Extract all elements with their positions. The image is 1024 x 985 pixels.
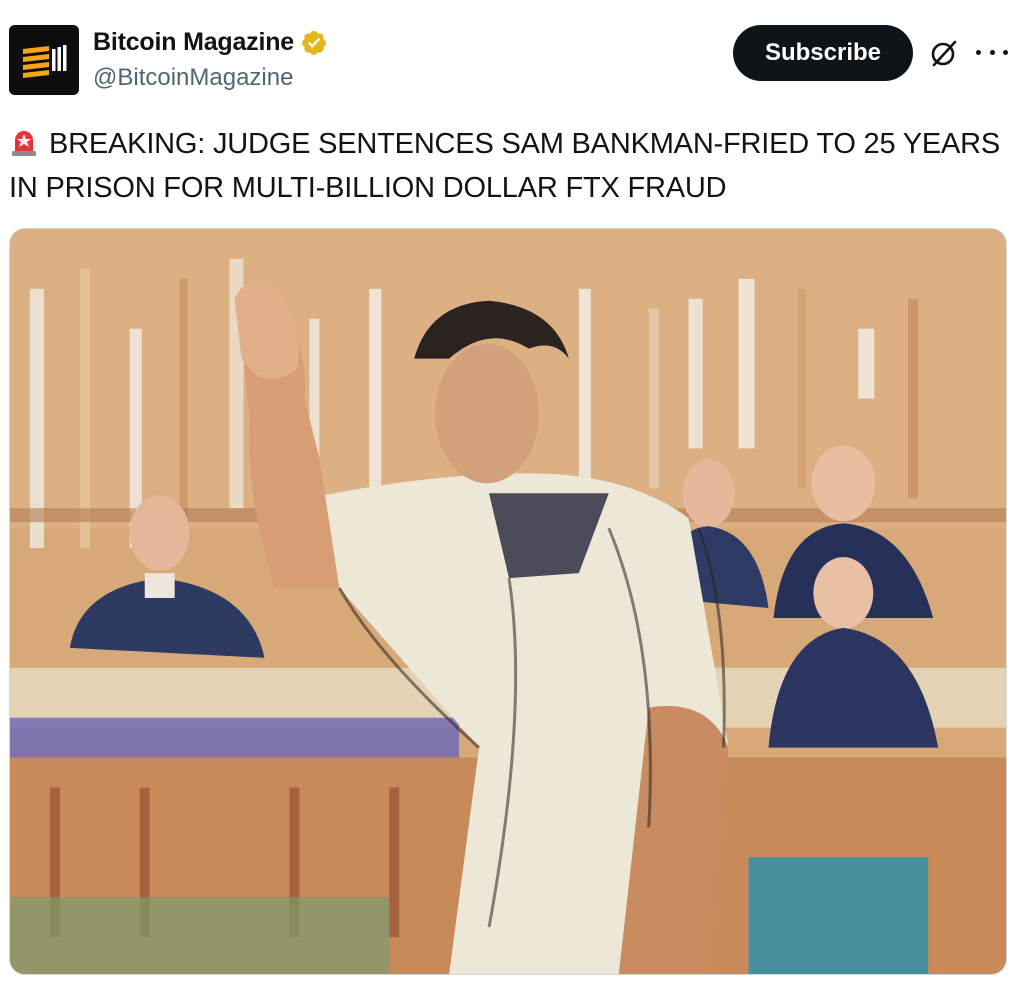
tweet-image[interactable] (9, 228, 1007, 975)
bitcoin-magazine-logo-icon (9, 25, 79, 95)
courtroom-sketch-illustration (10, 229, 1006, 974)
tweet-text: BREAKING: JUDGE SENTENCES SAM BANKMAN-FR… (9, 128, 1001, 204)
tweet-body: BREAKING: JUDGE SENTENCES SAM BANKMAN-FR… (9, 122, 1009, 210)
rotating-light-icon (12, 131, 36, 156)
account-handle[interactable]: @BitcoinMagazine (93, 64, 293, 92)
name-row: Bitcoin Magazine (93, 28, 328, 57)
subscribe-button[interactable]: Subscribe (733, 25, 913, 81)
display-name[interactable]: Bitcoin Magazine (93, 28, 294, 57)
avatar[interactable] (9, 25, 79, 95)
grok-icon[interactable] (928, 37, 960, 69)
gold-verified-badge-icon (302, 30, 326, 55)
tweet-header: Bitcoin Magazine @BitcoinMagazine Subscr… (0, 0, 1024, 110)
more-options-icon[interactable] (976, 40, 1008, 64)
